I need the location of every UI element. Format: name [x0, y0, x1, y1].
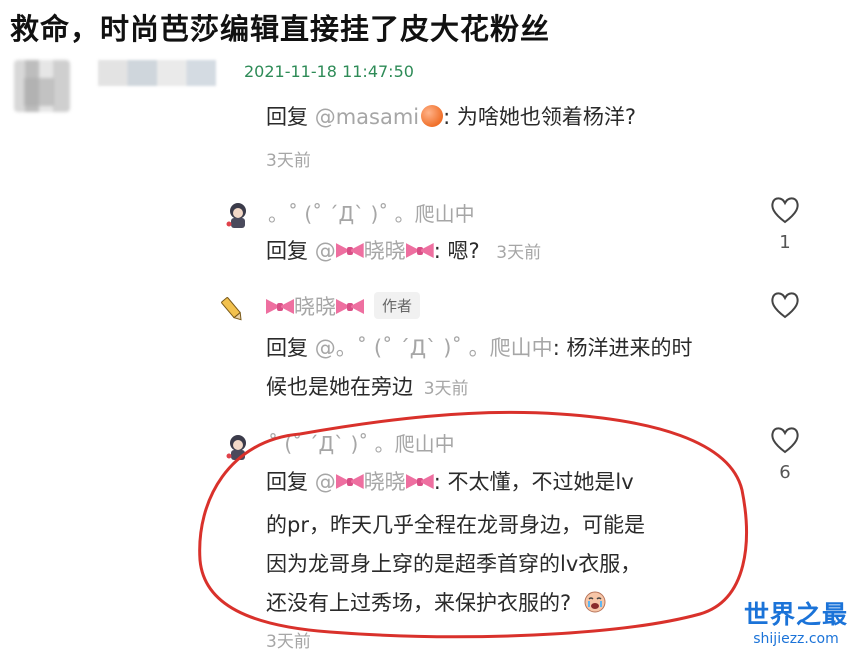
reply3-prefix: 回复 [266, 336, 308, 360]
reply3-text1: : 杨洋进来的时 [552, 336, 693, 360]
reply3-author-line[interactable]: 晓晓 作者 [266, 291, 421, 321]
reply2-mention-name[interactable]: 晓晓 [364, 239, 406, 263]
reply1-text: : 为啥她也领着杨洋? [443, 105, 637, 129]
reply3-line2[interactable]: 候也是她在旁边 3天前 [266, 371, 469, 401]
reply1-time: 3天前 [266, 151, 311, 171]
headline: 救命，时尚芭莎编辑直接挂了皮大花粉丝 [10, 12, 551, 46]
reply1-content[interactable]: 回复 @masami : 为啥她也领着杨洋? [266, 101, 636, 131]
reply1-mention[interactable]: @masami [315, 105, 419, 129]
user-avatar-icon[interactable] [224, 432, 252, 462]
reply4-line3: 因为龙哥身上穿的是超季首穿的lv衣服， [266, 552, 642, 576]
author-badge: 作者 [374, 292, 421, 319]
bow-emoji [266, 297, 294, 317]
reply2-text: : 嗯? [433, 239, 480, 263]
user-avatar-icon[interactable] [224, 200, 252, 230]
reply3-mention[interactable]: @。˚ (˚ ˊДˋ )˚ 。爬山中 [315, 336, 553, 360]
bow-emoji [336, 241, 364, 261]
reply2-content[interactable]: 回复 @ 晓晓 : 嗯? 3天前 [266, 235, 541, 265]
heart-icon[interactable] [769, 425, 801, 455]
heart-icon[interactable] [769, 290, 801, 320]
pencil-icon[interactable] [218, 294, 246, 324]
reply4-line2: 的pr，昨天几乎全程在龙哥身边，可能是 [266, 513, 645, 537]
reply4-time: 3天前 [266, 632, 311, 652]
reply1-prefix: 回复 [266, 105, 308, 129]
reply4-like-count: 6 [779, 462, 791, 483]
bow-emoji [406, 472, 434, 492]
reply2-time: 3天前 [496, 243, 542, 263]
reply3-username[interactable]: 晓晓 [294, 295, 336, 319]
watermark-title: 世界之最 [743, 600, 848, 629]
bow-emoji [336, 472, 364, 492]
reply4-prefix: 回复 [266, 470, 308, 494]
reply3-line1[interactable]: 回复 @。˚ (˚ ˊДˋ )˚ 。爬山中: 杨洋进来的时 [266, 332, 692, 362]
reply4-line4: 还没有上过秀场，来保护衣服的? [266, 587, 608, 617]
heart-icon[interactable] [769, 195, 801, 225]
reply4-username[interactable]: ˚ (˚ ˊДˋ )˚ 。爬山中 [268, 428, 455, 457]
reply3-time: 3天前 [423, 379, 469, 399]
bow-emoji [336, 297, 364, 317]
reply2-prefix: 回复 [266, 239, 308, 263]
crying-emoji [584, 591, 606, 613]
reply4-mention-at[interactable]: @ [315, 470, 336, 494]
reply4-mention-name[interactable]: 晓晓 [364, 470, 406, 494]
watermark-domain: shijiezz.com [753, 631, 839, 647]
peach-emoji [421, 105, 444, 127]
watermark: 世界之最 shijiezz.com [738, 600, 854, 648]
reply4-text1: : 不太懂，不过她是lv [433, 470, 634, 494]
blurred-avatar[interactable] [14, 60, 70, 112]
reply2-like-count: 1 [779, 232, 791, 253]
bow-emoji [406, 241, 434, 261]
post-timestamp: 2021-11-18 11:47:50 [244, 62, 414, 81]
reply4-line1[interactable]: 回复 @ 晓晓 : 不太懂，不过她是lv [266, 466, 634, 496]
reply2-username[interactable]: 。˚ (˚ ˊДˋ )˚ 。爬山中 [268, 198, 475, 227]
reply3-text2: 候也是她在旁边 [266, 375, 413, 399]
reply4-text4: 还没有上过秀场，来保护衣服的? [266, 591, 572, 615]
blurred-username[interactable] [98, 60, 216, 86]
reply2-mention-at[interactable]: @ [315, 239, 336, 263]
